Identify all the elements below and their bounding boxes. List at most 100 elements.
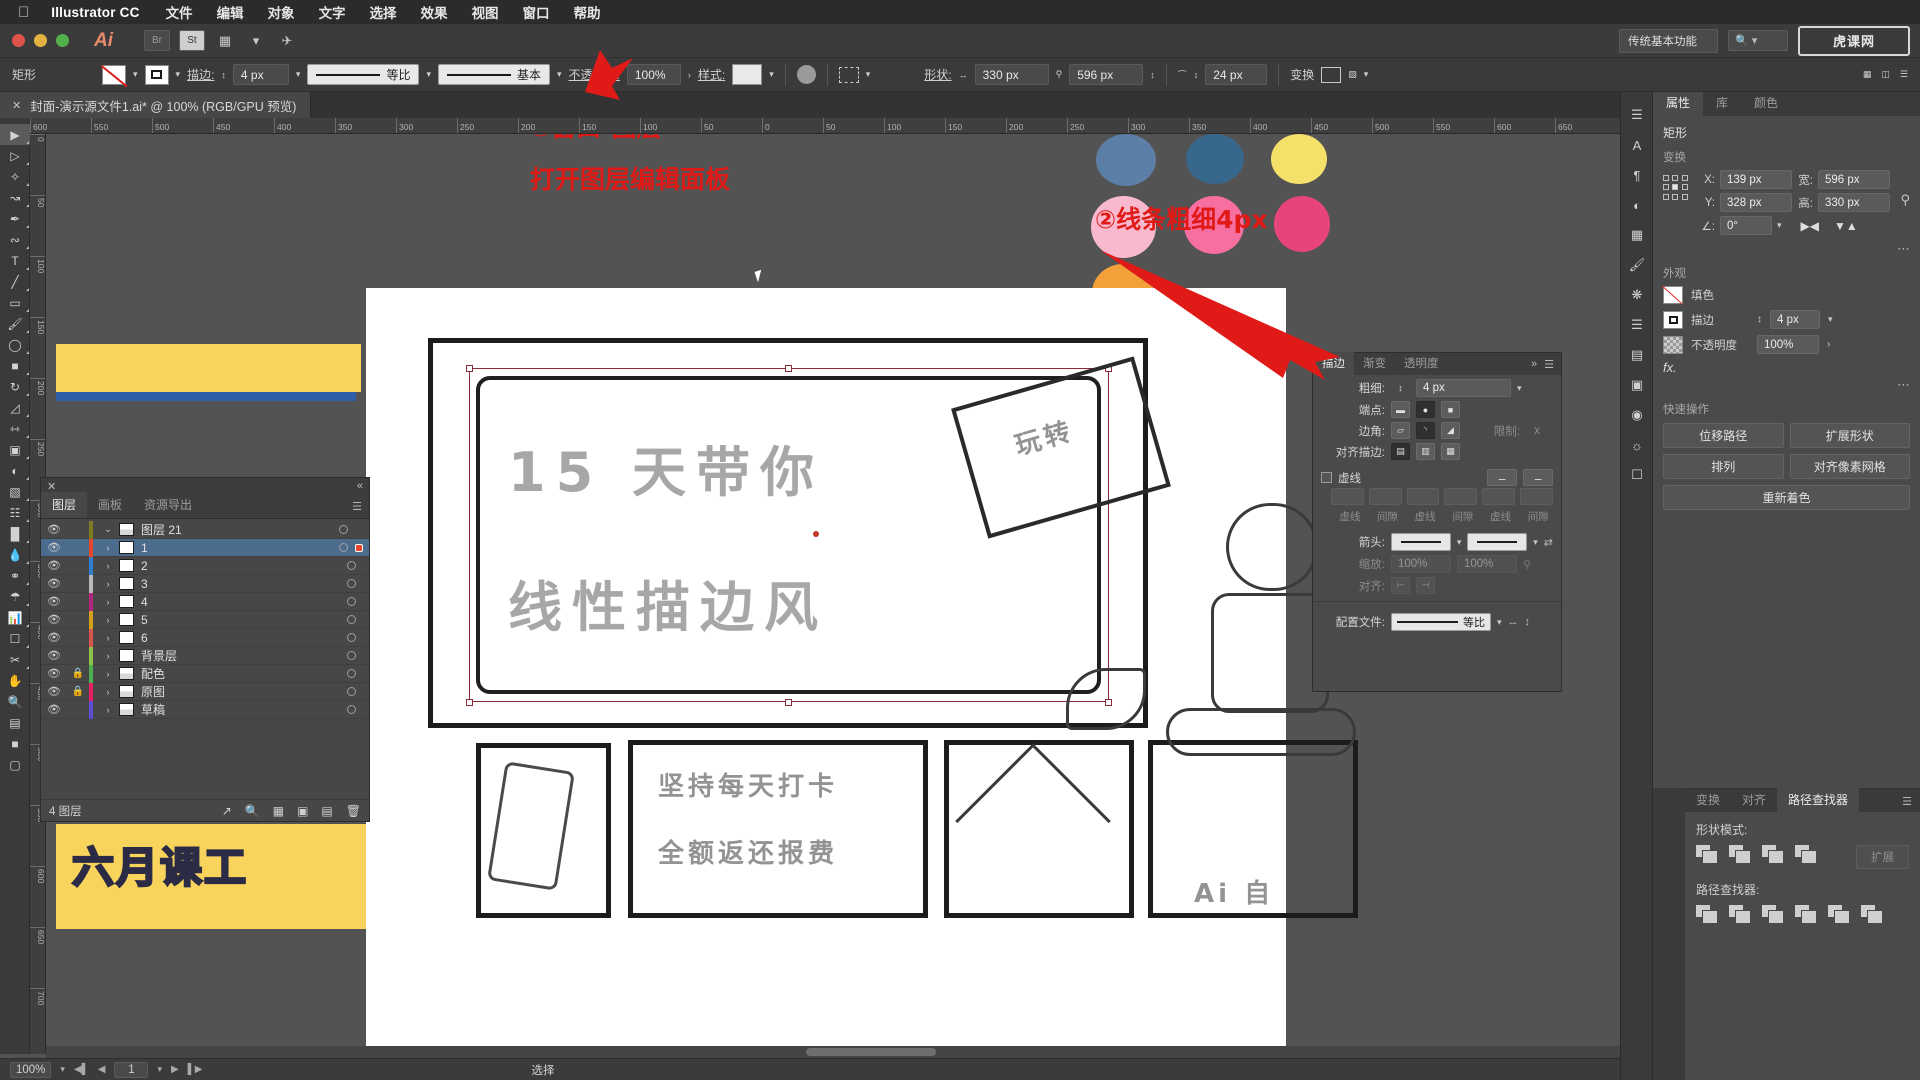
layers-panel-close-icon[interactable]: ✕	[47, 480, 56, 493]
select-similar-icon[interactable]	[838, 66, 859, 83]
tool-blend[interactable]: ⚭	[0, 565, 30, 586]
expand-shape-button[interactable]: 扩展形状	[1789, 423, 1910, 448]
bridge-button[interactable]: Br	[144, 30, 170, 51]
menu-item-window[interactable]: 窗口	[523, 2, 550, 22]
layer-target-circle-icon[interactable]	[347, 705, 356, 714]
profile-chevron-down-icon[interactable]: ▾	[1497, 617, 1502, 628]
layer-target-circle-icon[interactable]	[347, 669, 356, 678]
layer-collapsed-chevron-icon[interactable]: ›	[97, 579, 119, 589]
layer-visibility-eye-icon[interactable]: 👁	[41, 577, 67, 590]
layer-row[interactable]: 👁 › 6	[41, 628, 369, 647]
bevel-join-icon[interactable]: ◢	[1441, 422, 1460, 439]
corner-type-icon[interactable]: ⌒	[1178, 68, 1187, 81]
layer-visibility-eye-icon[interactable]: 👁	[41, 631, 67, 644]
gap-input-3[interactable]	[1520, 488, 1553, 505]
selection-handle-tc[interactable]	[785, 365, 792, 372]
expand-button[interactable]: 扩展	[1856, 845, 1909, 869]
layer-expanded-chevron-icon[interactable]: ⌄	[97, 524, 119, 535]
artboard-nav-next-icon[interactable]: ▶	[171, 1064, 179, 1075]
tool-pen[interactable]: ✒	[0, 208, 30, 229]
arrange-documents-icon[interactable]: ▦	[214, 30, 236, 51]
stroke-panel-menu-icon[interactable]: ☰	[1544, 358, 1554, 371]
close-window-button[interactable]	[12, 34, 25, 47]
workspace-selector[interactable]: 传统基本功能	[1619, 28, 1718, 53]
layer-name[interactable]: 配色	[141, 665, 347, 682]
stroke-weight-input[interactable]: 4 px	[232, 64, 289, 85]
shape-height-input[interactable]: 596 px	[1069, 64, 1144, 85]
selection-handle-bc[interactable]	[785, 699, 792, 706]
layer-lock-icon[interactable]: 🔒	[67, 686, 89, 697]
opacity-expand-icon[interactable]: ›	[688, 70, 691, 80]
tool-zoom[interactable]: 🔍	[0, 691, 30, 712]
arrow-align-extend-icon[interactable]: ⊢	[1391, 577, 1410, 594]
layer-name[interactable]: 4	[141, 595, 347, 609]
zoom-window-button[interactable]	[56, 34, 69, 47]
zoom-chevron-icon[interactable]: ▾	[60, 1064, 65, 1075]
stroke-profile-dropdown[interactable]: 等比	[1391, 613, 1491, 631]
tool-fill-stroke-swatches[interactable]: ▤	[0, 712, 30, 733]
stroke-width-input[interactable]: 4 px	[1770, 310, 1820, 329]
layer-row[interactable]: 👁 🔒 › 原图	[41, 682, 369, 701]
shape-width-input[interactable]: 330 px	[974, 64, 1049, 85]
stroke-color-swatch[interactable]	[144, 64, 169, 85]
tool-rectangle[interactable]: ▭	[0, 292, 30, 313]
tool-shape-builder[interactable]: ◐	[0, 460, 30, 481]
stroke-weight-chevron-icon[interactable]: ▾	[1517, 383, 1522, 394]
tool-column-graph[interactable]: 📊	[0, 607, 30, 628]
arrange-chevron-icon[interactable]: ▾	[245, 30, 267, 51]
tool-scale[interactable]: ◿	[0, 397, 30, 418]
document-tab[interactable]: ✕ 封面-演示源文件1.ai* @ 100% (RGB/GPU 预览)	[0, 92, 312, 118]
layer-collapsed-chevron-icon[interactable]: ›	[97, 633, 119, 643]
arrow-align-place-icon[interactable]: ⊣	[1416, 577, 1435, 594]
dock-icon-symbols[interactable]: ❋	[1621, 280, 1653, 310]
crop-icon[interactable]	[1795, 905, 1819, 926]
tab-stroke[interactable]: 描边	[1313, 352, 1354, 375]
layers-panel[interactable]: ✕ « 图层 画板 资源导出 ☰ 👁 ⌄ 图层 21 👁 › 1 👁 › 2 👁 › 3 👁 › 4 👁 › 5 👁…	[40, 477, 370, 822]
layer-target-circle-icon[interactable]	[347, 633, 356, 642]
tab-artboards[interactable]: 画板	[87, 492, 133, 518]
layers-panel-menu-icon[interactable]: ☰	[352, 500, 369, 518]
new-layer-icon[interactable]: ▣	[297, 804, 308, 818]
duplicate-layer-icon[interactable]: ▤	[321, 804, 332, 818]
layer-row[interactable]: 👁 🔒 › 配色	[41, 664, 369, 683]
tab-transform[interactable]: 变换	[1685, 788, 1731, 812]
artboard-nav-prev-icon[interactable]: ◀	[98, 1064, 106, 1075]
minus-front-icon[interactable]	[1729, 845, 1753, 866]
brush-chevron-icon[interactable]: ▾	[557, 69, 562, 80]
layer-visibility-eye-icon[interactable]: 👁	[41, 685, 67, 698]
dash-input-1[interactable]	[1331, 488, 1364, 505]
layer-collapsed-chevron-icon[interactable]: ›	[97, 597, 119, 607]
add-effect-icon[interactable]: fx.	[1663, 360, 1910, 375]
tool-width[interactable]: ⇿	[0, 418, 30, 439]
offset-path-button[interactable]: 位移路径	[1663, 423, 1784, 448]
link-arrow-scale-icon[interactable]: ⚲	[1523, 558, 1531, 571]
tool-symbol-sprayer[interactable]: ☂	[0, 586, 30, 607]
menu-app-name[interactable]: Illustrator CC	[51, 5, 139, 20]
dock-icon-libraries[interactable]: ☰	[1621, 100, 1653, 130]
panel-menu-icon[interactable]: ☰	[1900, 69, 1908, 80]
tab-color[interactable]: 颜色	[1741, 91, 1791, 116]
layer-visibility-eye-icon[interactable]: 👁	[41, 523, 67, 536]
layer-visibility-eye-icon[interactable]: 👁	[41, 667, 67, 680]
layer-name[interactable]: 5	[141, 613, 347, 627]
menu-item-view[interactable]: 视图	[472, 2, 499, 22]
horizontal-ruler[interactable]: 600 550 500 450 400 350 300 250 200 150 100 50 0 50 10…	[30, 118, 1620, 134]
layer-target-circle-icon[interactable]	[347, 561, 356, 570]
align-stroke-outside-icon[interactable]: ▦	[1441, 443, 1460, 460]
selection-handle-tl[interactable]	[466, 365, 473, 372]
menu-item-select[interactable]: 选择	[370, 2, 397, 22]
tool-eyedropper[interactable]: 💧	[0, 544, 30, 565]
layer-collapsed-chevron-icon[interactable]: ›	[97, 543, 119, 553]
arrow-end-chevron-icon[interactable]: ▾	[1533, 537, 1538, 548]
stroke-profile-select[interactable]: 等比	[307, 64, 420, 85]
stroke-weight-chevron-icon[interactable]: ▾	[296, 69, 301, 80]
align-stroke-center-icon[interactable]: ▤	[1391, 443, 1410, 460]
arrow-scale-end-field[interactable]: 100%	[1457, 555, 1517, 573]
select-similar-chevron-icon[interactable]: ▾	[866, 69, 871, 80]
menu-item-edit[interactable]: 编辑	[217, 2, 244, 22]
layer-row[interactable]: 👁 › 背景层	[41, 646, 369, 665]
arrow-scale-start-field[interactable]: 100%	[1391, 555, 1451, 573]
round-join-icon[interactable]: ◝	[1416, 422, 1435, 439]
recolor-artwork-icon[interactable]	[796, 65, 816, 84]
layer-target-circle-icon[interactable]	[347, 687, 356, 696]
